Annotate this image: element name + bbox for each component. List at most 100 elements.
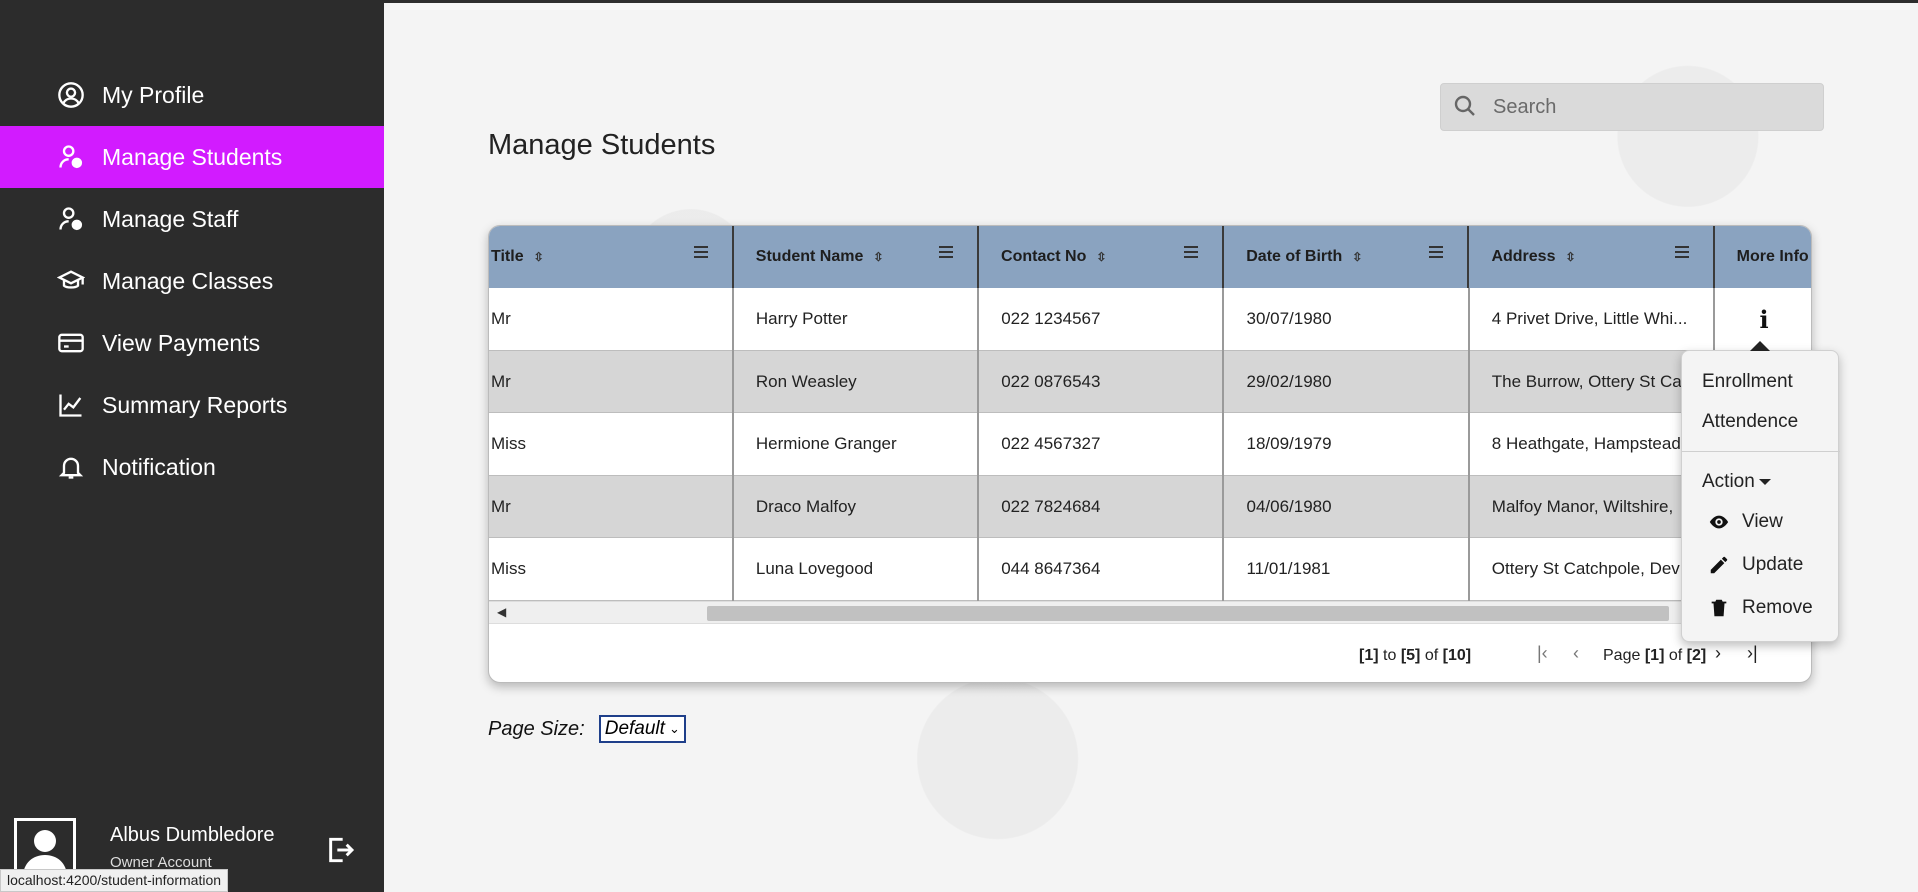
cell-title: Miss: [489, 538, 734, 601]
prev-page-icon[interactable]: ‹: [1573, 643, 1579, 664]
cell-address: The Burrow, Ottery St Ca: [1470, 350, 1716, 413]
cell-student-name: Draco Malfoy: [734, 475, 980, 538]
column-header-student-name[interactable]: Student Name ⇳: [734, 226, 980, 288]
sidebar-item-label: My Profile: [102, 81, 205, 108]
action-label: Remove: [1742, 597, 1813, 618]
logout-icon[interactable]: [324, 834, 356, 866]
eye-icon: [1709, 515, 1729, 529]
action-label: Action: [1702, 471, 1755, 492]
sidebar-item-label: View Payments: [102, 329, 261, 356]
column-header-title[interactable]: Title ⇳: [489, 226, 734, 288]
sidebar-item-manage-staff[interactable]: Manage Staff: [0, 188, 384, 250]
cell-contact-no: 022 4567327: [979, 413, 1225, 476]
column-header-more-info[interactable]: More Info: [1715, 226, 1811, 288]
column-header-label: More Info: [1736, 248, 1809, 265]
scroll-left-icon[interactable]: ◀: [497, 605, 506, 619]
chevron-down-icon: ⌄: [668, 721, 680, 736]
cell-student-name: Harry Potter: [734, 288, 980, 351]
column-header-address[interactable]: Address ⇳: [1469, 226, 1715, 288]
sidebar: My Profile Manage Students Manage Staff …: [0, 0, 384, 892]
column-header-contact-no[interactable]: Contact No ⇳: [979, 226, 1225, 288]
cell-date-of-birth: 29/02/1980: [1224, 350, 1470, 413]
table-row[interactable]: Miss Luna Lovegood 044 8647364 11/01/198…: [489, 538, 1811, 601]
sort-icon[interactable]: ⇳: [873, 250, 883, 264]
column-menu-icon[interactable]: [1184, 246, 1199, 261]
page-indicator: Page [1] of [2]: [1603, 647, 1707, 664]
next-page-icon[interactable]: ›: [1715, 643, 1721, 664]
table-row[interactable]: Miss Hermione Granger 022 4567327 18/09/…: [489, 413, 1811, 476]
last-page-icon[interactable]: ›|: [1747, 643, 1758, 664]
bell-icon: [56, 452, 86, 482]
cell-student-name: Luna Lovegood: [734, 538, 980, 601]
cell-contact-no: 022 0876543: [979, 350, 1225, 413]
first-page-icon[interactable]: |‹: [1537, 643, 1548, 664]
cell-address: Ottery St Catchpole, Dev: [1470, 538, 1716, 601]
cell-address: 4 Privet Drive, Little Whi...: [1470, 288, 1716, 351]
column-header-label: Date of Birth: [1246, 248, 1343, 265]
table-row[interactable]: Mr Ron Weasley 022 0876543 29/02/1980 Th…: [489, 350, 1811, 413]
sort-icon[interactable]: ⇳: [1565, 250, 1575, 264]
info-icon[interactable]: i: [1759, 305, 1768, 334]
menu-item-enrollment[interactable]: Enrollment: [1702, 371, 1793, 393]
grid-body: Mr Harry Potter 022 1234567 30/07/1980 4…: [489, 288, 1811, 601]
students-grid: Title ⇳ Student Name ⇳ Contact No ⇳ Date…: [488, 225, 1812, 683]
user-circle-icon: [56, 80, 86, 110]
table-row[interactable]: Mr Harry Potter 022 1234567 30/07/1980 4…: [489, 288, 1811, 351]
cell-date-of-birth: 30/07/1980: [1224, 288, 1470, 351]
cell-date-of-birth: 18/09/1979: [1224, 413, 1470, 476]
sidebar-item-notification[interactable]: Notification: [0, 436, 384, 498]
cell-title: Mr: [489, 350, 734, 413]
cell-title: Mr: [489, 288, 734, 351]
search-box[interactable]: [1440, 83, 1824, 131]
pencil-icon: [1710, 556, 1728, 574]
sidebar-item-label: Manage Staff: [102, 205, 239, 232]
row-summary: [1] to [5] of [10]: [1359, 647, 1472, 664]
page-size-select[interactable]: Default ⌄: [598, 715, 686, 743]
menu-item-attendence[interactable]: Attendence: [1702, 411, 1798, 433]
sort-icon[interactable]: ⇳: [1096, 250, 1106, 264]
column-menu-icon[interactable]: [1674, 246, 1689, 261]
action-label: Update: [1742, 554, 1804, 575]
column-header-label: Address: [1491, 248, 1556, 265]
column-menu-icon[interactable]: [1429, 246, 1444, 261]
pagination-bar: [1] to [5] of [10] |‹ ‹ Page [1] of [2] …: [489, 623, 1811, 682]
sidebar-nav: My Profile Manage Students Manage Staff …: [0, 64, 384, 498]
sidebar-item-summary-reports[interactable]: Summary Reports: [0, 374, 384, 436]
action-remove[interactable]: Remove: [1708, 597, 1813, 619]
sidebar-item-label: Notification: [102, 453, 216, 480]
scrollbar-thumb[interactable]: [707, 606, 1669, 621]
graduation-cap-icon: [56, 266, 86, 296]
sidebar-item-my-profile[interactable]: My Profile: [0, 64, 384, 126]
column-header-label: Title: [491, 248, 524, 265]
sidebar-item-manage-classes[interactable]: Manage Classes: [0, 250, 384, 312]
sidebar-item-view-payments[interactable]: View Payments: [0, 312, 384, 374]
column-header-label: Student Name: [755, 248, 864, 265]
column-menu-icon[interactable]: [693, 246, 708, 261]
column-header-date-of-birth[interactable]: Date of Birth ⇳: [1224, 226, 1470, 288]
table-row[interactable]: Mr Draco Malfoy 022 7824684 04/06/1980 M…: [489, 475, 1811, 538]
sidebar-item-label: Manage Classes: [102, 267, 274, 294]
trash-icon: [1711, 599, 1727, 617]
sidebar-item-manage-students[interactable]: Manage Students: [0, 126, 384, 188]
caret-down-icon: [1758, 478, 1771, 485]
status-bar-url: localhost:4200/student-information: [0, 869, 229, 892]
action-update[interactable]: Update: [1708, 554, 1803, 576]
cell-student-name: Ron Weasley: [734, 350, 980, 413]
user-name: Albus Dumbledore: [110, 824, 275, 846]
action-view[interactable]: View: [1708, 511, 1783, 533]
more-info-popup: Enrollment Attendence Action View Update…: [1681, 341, 1840, 642]
line-chart-icon: [56, 390, 86, 420]
column-header-label: Contact No: [1001, 248, 1087, 265]
cell-student-name: Hermione Granger: [734, 413, 980, 476]
popup-divider: [1682, 451, 1840, 452]
search-input[interactable]: [1493, 95, 1813, 119]
column-menu-icon[interactable]: [939, 246, 954, 261]
cell-title: Mr: [489, 475, 734, 538]
sidebar-item-label: Manage Students: [102, 143, 283, 170]
sort-icon[interactable]: ⇳: [1352, 250, 1362, 264]
cell-contact-no: 022 1234567: [979, 288, 1225, 351]
action-dropdown[interactable]: Action: [1702, 471, 1771, 493]
page-size-value: Default: [604, 718, 665, 739]
sort-icon[interactable]: ⇳: [534, 250, 544, 264]
horizontal-scrollbar[interactable]: ◀: [489, 601, 1811, 623]
